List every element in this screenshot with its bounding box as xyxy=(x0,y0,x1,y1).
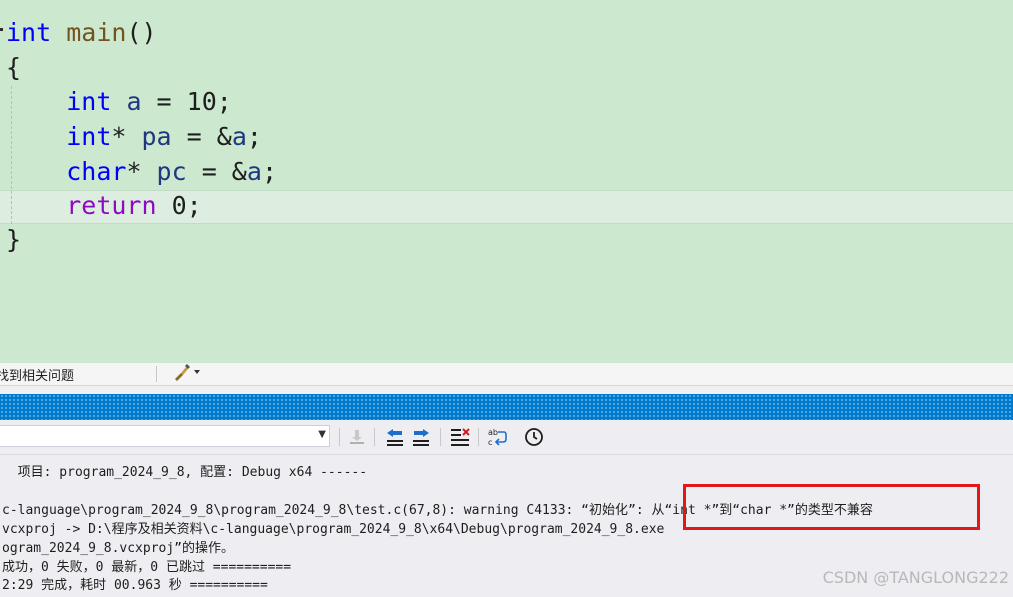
toolbar-separator xyxy=(339,428,340,446)
toolbar-separator xyxy=(156,366,157,382)
code-token: a xyxy=(231,122,247,151)
output-toolbar: ▼ ab c xyxy=(0,420,1013,455)
code-token: return xyxy=(66,191,157,220)
code-token: pc xyxy=(156,157,187,186)
toolbar-separator xyxy=(478,428,479,446)
code-token: ; xyxy=(261,157,277,186)
next-message-icon[interactable] xyxy=(410,426,432,448)
code-line[interactable]: int* pa = &a; xyxy=(6,120,262,154)
code-token: a xyxy=(246,157,262,186)
code-token: int xyxy=(6,18,52,47)
code-token: { xyxy=(6,53,22,82)
watermark: CSDN @TANGLONG222 xyxy=(822,568,1009,587)
error-list-filter-label[interactable]: 找到相关问题 xyxy=(0,365,74,384)
brush-icon[interactable] xyxy=(172,364,202,386)
find-message-icon[interactable] xyxy=(346,426,368,448)
code-line[interactable]: char* pc = &a; xyxy=(6,155,277,189)
code-token: pa xyxy=(141,122,172,151)
fold-marker-icon[interactable] xyxy=(0,18,3,46)
code-line[interactable]: int a = 10; xyxy=(6,85,232,119)
code-line[interactable]: { xyxy=(6,51,21,85)
code-token: int xyxy=(66,122,112,151)
code-line[interactable]: int main() xyxy=(6,16,157,50)
prev-message-icon[interactable] xyxy=(384,426,406,448)
output-line: ogram_2024_9_8.vcxproj”的操作。 xyxy=(2,541,235,556)
code-token: = 10; xyxy=(141,87,232,116)
code-token: * xyxy=(126,157,157,186)
output-line: 项目: program_2024_9_8, 配置: Debug x64 ----… xyxy=(2,465,368,480)
code-token: * xyxy=(111,122,142,151)
error-list-toolbar: 找到相关问题 xyxy=(0,363,1013,386)
code-token: ; xyxy=(246,122,262,151)
code-token: int xyxy=(66,87,112,116)
clear-all-icon[interactable] xyxy=(449,426,471,448)
toolbar-separator xyxy=(374,428,375,446)
code-line[interactable]: return 0; xyxy=(6,189,202,223)
code-token: = & xyxy=(186,157,247,186)
chevron-down-icon: ▼ xyxy=(318,429,326,440)
code-token: char xyxy=(66,157,127,186)
output-line: vcxproj -> D:\程序及相关资料\c-language\program… xyxy=(2,522,665,537)
clock-icon[interactable] xyxy=(523,426,545,448)
output-panel-title-bar[interactable] xyxy=(0,394,1013,420)
svg-text:c: c xyxy=(488,438,492,447)
output-line: 2:29 完成，耗时 00.963 秒 ========== xyxy=(2,578,268,593)
word-wrap-icon[interactable]: ab c xyxy=(486,426,508,448)
output-source-dropdown[interactable]: ▼ xyxy=(0,425,330,447)
code-line[interactable]: } xyxy=(6,223,21,257)
code-token: a xyxy=(126,87,142,116)
code-token: = & xyxy=(171,122,232,151)
svg-text:ab: ab xyxy=(488,428,498,437)
code-token: () xyxy=(126,18,157,47)
code-token: } xyxy=(6,225,22,254)
code-token: 0; xyxy=(156,191,202,220)
warning-highlight-box xyxy=(683,484,980,530)
panel-gap xyxy=(0,386,1013,394)
output-line: 成功，0 失败，0 最新，0 已跳过 ========== xyxy=(2,560,292,575)
code-editor[interactable]: int main(){ int a = 10; int* pa = &a; ch… xyxy=(0,0,1013,363)
toolbar-separator xyxy=(440,428,441,446)
code-token: main xyxy=(66,18,127,47)
